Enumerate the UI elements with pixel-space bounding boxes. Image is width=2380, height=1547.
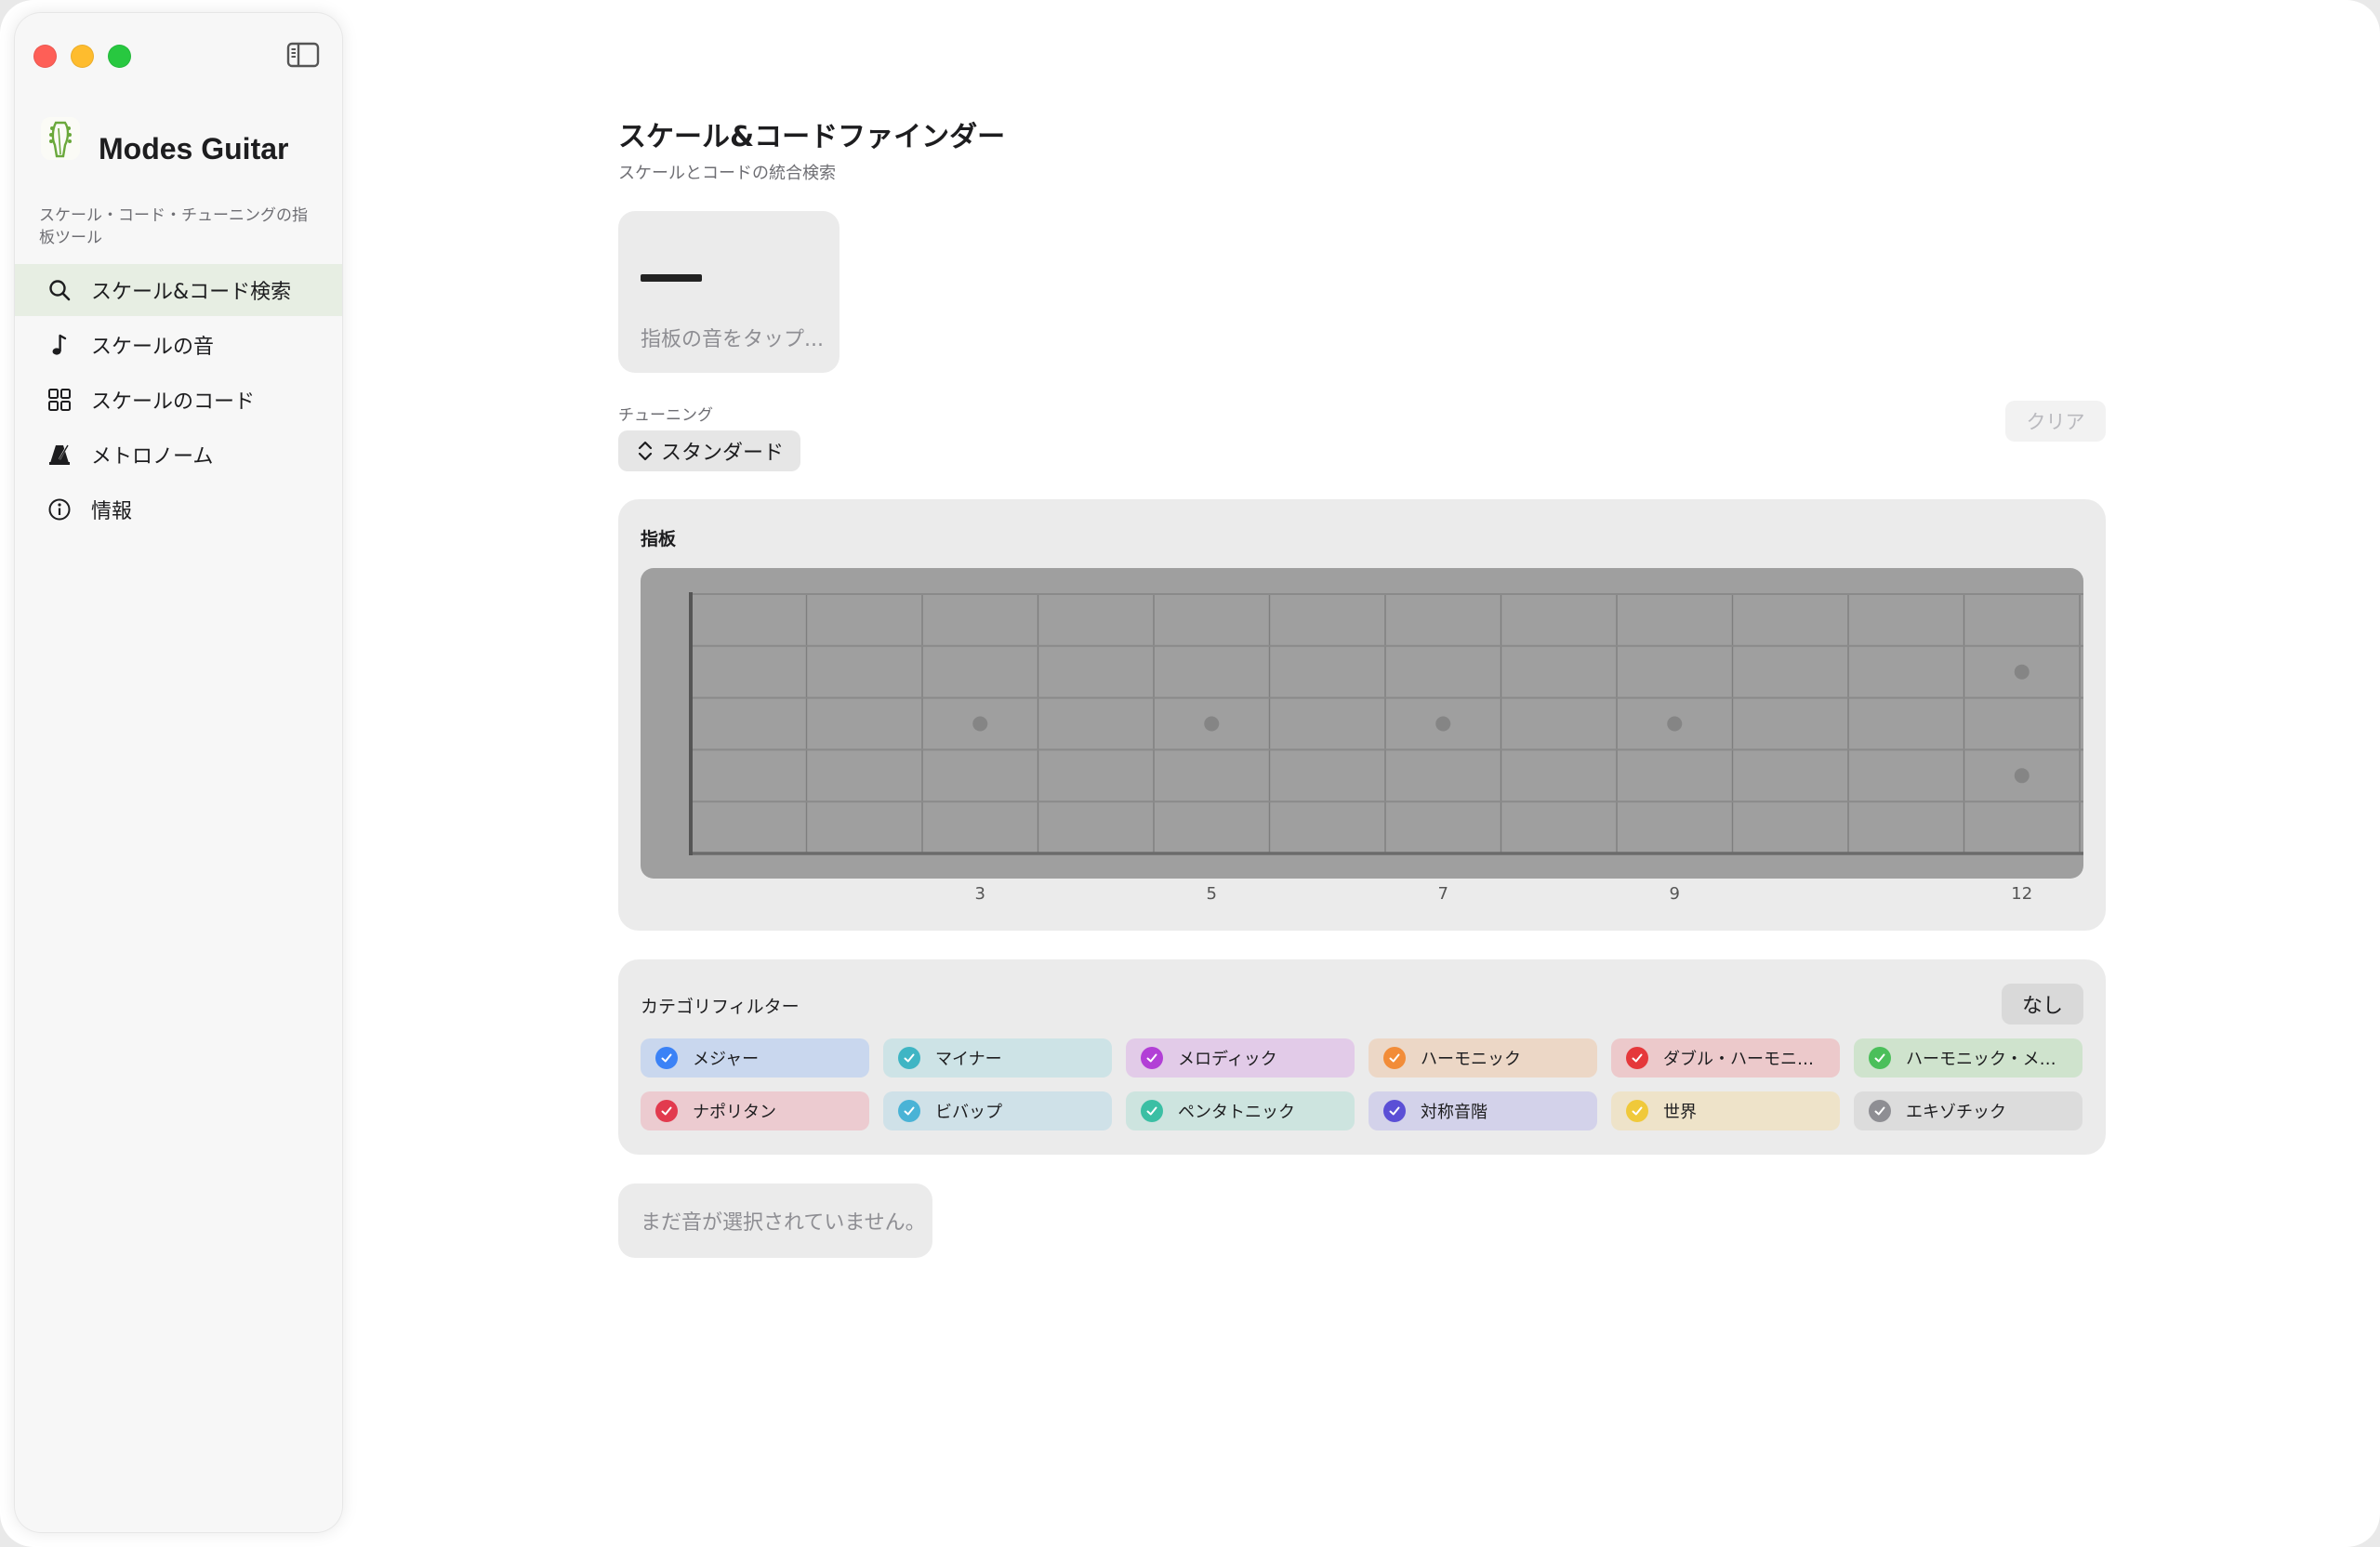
sidebar-item-metronome[interactable]: メトロノーム (15, 429, 342, 481)
sidebar-toggle-icon[interactable] (286, 41, 320, 69)
category-chip[interactable]: 世界 (1611, 1091, 1840, 1130)
checkmark-circle-icon (1141, 1100, 1163, 1122)
clear-button[interactable]: クリア (2005, 401, 2106, 442)
grid-icon (46, 387, 73, 413)
sidebar: Modes Guitar スケール・コード・チューニングの指板ツール スケール&… (15, 13, 342, 1532)
page-subtitle: スケールとコードの統合検索 (618, 164, 836, 183)
fret-number-label: 3 (974, 884, 985, 904)
minimize-window-button[interactable] (71, 45, 94, 68)
category-chip-label: ハーモニック (1421, 1050, 1521, 1069)
fret-marker-dot (2014, 768, 2030, 784)
fret-number-label: 12 (2011, 884, 2033, 904)
checkmark-circle-icon (655, 1047, 678, 1069)
category-chip-label: 世界 (1663, 1103, 1697, 1122)
category-chip-label: 対称音階 (1421, 1103, 1488, 1122)
fret-marker-dot (2014, 664, 2030, 680)
category-chip[interactable]: 対称音階 (1368, 1091, 1597, 1130)
category-chip[interactable]: メロディック (1126, 1038, 1355, 1078)
selection-hint: 指板の音をタップ... (641, 328, 824, 351)
category-chip-label: メジャー (693, 1050, 760, 1069)
fretboard-panel: 指板 3 5 7 9 12 (618, 499, 2106, 931)
chevron-up-down-icon (638, 441, 653, 461)
checkmark-circle-icon (1141, 1047, 1163, 1069)
sidebar-item-scale-chord-search[interactable]: スケール&コード検索 (15, 264, 342, 316)
tuning-select[interactable]: スタンダード (618, 430, 800, 471)
category-chip[interactable]: ハーモニック (1368, 1038, 1597, 1078)
checkmark-circle-icon (1626, 1100, 1648, 1122)
category-chip[interactable]: メジャー (641, 1038, 869, 1078)
category-chip[interactable]: ハーモニック・メ… (1854, 1038, 2082, 1078)
fret-marker-dot (1435, 716, 1451, 732)
fretboard[interactable] (641, 568, 2083, 879)
checkmark-circle-icon (898, 1100, 920, 1122)
app-name: Modes Guitar (99, 132, 289, 165)
fretboard-title: 指板 (641, 529, 677, 549)
category-chip-label: エキゾチック (1906, 1103, 2006, 1122)
search-icon (46, 277, 73, 303)
page-title: スケール&コードファインダー (618, 121, 1006, 153)
category-chip-label: ハーモニック・メ… (1906, 1050, 2056, 1069)
metronome-icon (46, 442, 73, 468)
fret-marker-dot (1204, 716, 1220, 732)
zoom-window-button[interactable] (108, 45, 131, 68)
fret-marker-dot (1667, 716, 1683, 732)
category-chip-label: メロディック (1178, 1050, 1277, 1069)
sidebar-nav: スケール&コード検索 スケールの音 スケールのコード メトロノーム 情報 (15, 264, 342, 538)
category-chip[interactable]: ペンタトニック (1126, 1091, 1355, 1130)
category-chip-label: ダブル・ハーモニ… (1663, 1050, 1814, 1069)
checkmark-circle-icon (655, 1100, 678, 1122)
checkmark-circle-icon (1383, 1047, 1406, 1069)
empty-state-message: まだ音が選択されていません。 (618, 1183, 932, 1258)
category-chip-label: マイナー (935, 1050, 1002, 1069)
checkmark-circle-icon (1383, 1100, 1406, 1122)
checkmark-circle-icon (1869, 1047, 1891, 1069)
music-note-icon (46, 332, 73, 358)
close-window-button[interactable] (33, 45, 57, 68)
fret-number-label: 5 (1206, 884, 1217, 904)
category-chip-label: ビバップ (935, 1103, 1002, 1122)
checkmark-circle-icon (898, 1047, 920, 1069)
checkmark-circle-icon (1869, 1100, 1891, 1122)
sidebar-item-label: スケール&コード検索 (91, 281, 292, 304)
fretboard-wood (641, 568, 2083, 879)
selected-notes-card: 指板の音をタップ... (618, 211, 840, 373)
sidebar-item-info[interactable]: 情報 (15, 483, 342, 536)
sidebar-item-label: スケールの音 (91, 336, 215, 359)
sidebar-item-scale-notes[interactable]: スケールの音 (15, 319, 342, 371)
checkmark-circle-icon (1626, 1047, 1648, 1069)
app-subtitle: スケール・コード・チューニングの指板ツール (39, 206, 308, 247)
sidebar-item-label: メトロノーム (91, 445, 214, 469)
tuning-value: スタンダード (661, 442, 785, 465)
sidebar-item-label: スケールのコード (91, 390, 256, 414)
tuning-label: チューニング (618, 406, 713, 425)
category-chip[interactable]: ダブル・ハーモニ… (1611, 1038, 1840, 1078)
category-chip[interactable]: マイナー (883, 1038, 1112, 1078)
fret-marker-dot (972, 716, 988, 732)
info-icon (46, 496, 73, 522)
fret-number-label: 9 (1669, 884, 1680, 904)
category-chip[interactable]: ナポリタン (641, 1091, 869, 1130)
sidebar-item-label: 情報 (91, 500, 133, 523)
sidebar-item-scale-chords[interactable]: スケールのコード (15, 374, 342, 426)
category-chip[interactable]: ビバップ (883, 1091, 1112, 1130)
select-none-button[interactable]: なし (2002, 984, 2083, 1025)
guitar-headstock-logo-icon (41, 117, 80, 160)
category-chip-label: ナポリタン (693, 1103, 776, 1122)
category-chip[interactable]: エキゾチック (1854, 1091, 2082, 1130)
category-filter-title: カテゴリフィルター (641, 997, 800, 1017)
app-window: Modes Guitar スケール・コード・チューニングの指板ツール スケール&… (0, 0, 2380, 1547)
empty-selection-dash (641, 274, 702, 282)
category-chip-label: ペンタトニック (1178, 1103, 1295, 1122)
fret-number-label: 7 (1437, 884, 1448, 904)
category-filter-panel: カテゴリフィルター なし メジャー マイナー メロディック ハーモニック ダブル・ハーモ… (618, 959, 2106, 1155)
